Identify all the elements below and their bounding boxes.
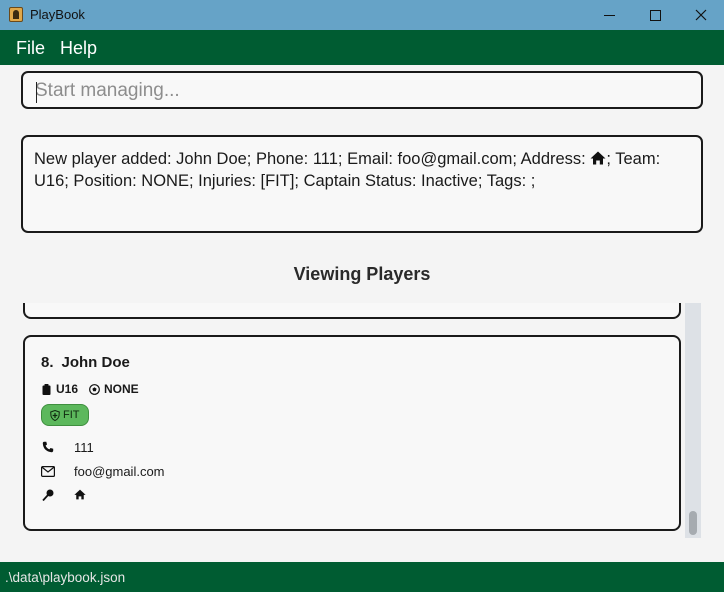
email-row: foo@gmail.com <box>41 464 165 479</box>
window-title: PlayBook <box>30 7 85 22</box>
soccer-ball-icon <box>89 383 100 395</box>
address-row <box>41 488 86 502</box>
title-bar: PlayBook <box>0 0 724 30</box>
home-icon <box>590 151 606 165</box>
result-text-part-1: New player added: John Doe; Phone: 111; … <box>34 150 591 168</box>
player-index: 8. <box>41 354 54 371</box>
player-email: foo@gmail.com <box>74 463 165 479</box>
close-button[interactable] <box>678 0 724 30</box>
player-card[interactable]: 8. John Doe U16 NONE FIT 111 foo@gmail.co… <box>23 335 681 531</box>
result-display: New player added: John Doe; Phone: 111; … <box>21 135 703 233</box>
menu-file[interactable]: File <box>16 38 45 59</box>
command-box[interactable] <box>21 71 703 109</box>
scrollbar-thumb[interactable] <box>689 511 697 535</box>
text-caret <box>36 82 37 103</box>
close-icon <box>695 9 707 21</box>
injury-status: FIT <box>63 409 80 421</box>
player-team: U16 <box>56 382 79 396</box>
injury-status-badge: FIT <box>41 404 89 426</box>
mail-icon <box>41 465 55 477</box>
app-icon <box>9 7 23 22</box>
phone-icon <box>42 441 54 453</box>
menu-bar: File Help <box>0 30 724 65</box>
previous-player-card[interactable] <box>23 303 681 319</box>
player-meta: U16 NONE <box>41 382 139 396</box>
clipboard-icon <box>42 383 51 395</box>
minimize-icon <box>603 14 615 16</box>
shield-icon <box>50 409 60 421</box>
menu-help[interactable]: Help <box>60 38 97 59</box>
command-input[interactable] <box>35 79 685 103</box>
home-icon <box>74 489 86 499</box>
maximize-button[interactable] <box>632 0 678 30</box>
player-name-row: 8. John Doe <box>41 354 130 371</box>
list-title: Viewing Players <box>293 264 431 284</box>
player-name: John Doe <box>61 354 130 371</box>
phone-row: 111 <box>41 440 94 455</box>
minimize-button[interactable] <box>586 0 632 30</box>
file-path: .\data\playbook.json <box>5 570 126 585</box>
player-position: NONE <box>104 382 139 396</box>
player-phone: 111 <box>74 439 94 455</box>
location-pin-icon <box>42 489 54 501</box>
player-list[interactable]: 8. John Doe U16 NONE FIT 111 foo@gmail.co… <box>21 303 701 538</box>
scrollbar-track[interactable] <box>685 303 701 538</box>
maximize-icon <box>649 9 661 21</box>
status-bar: .\data\playbook.json <box>0 562 724 592</box>
